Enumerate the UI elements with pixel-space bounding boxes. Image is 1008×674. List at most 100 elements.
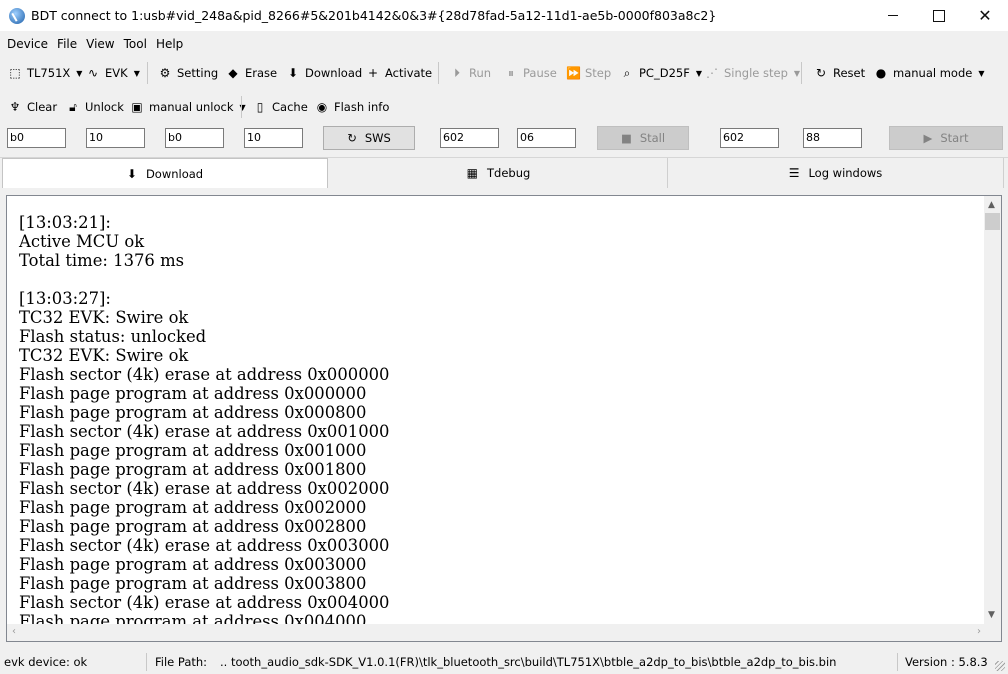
download-button[interactable]: ⬇ Download [286,58,362,88]
log-line: Flash page program at address 0x003800 [19,574,367,593]
log-line: Flash page program at address 0x001000 [19,441,367,460]
menu-device[interactable]: Device [7,37,48,51]
step-button[interactable]: ⏩ Step [566,58,611,88]
address-field-4[interactable]: 602 [720,128,779,148]
address-field-3[interactable]: 602 [440,128,499,148]
tab-log-windows[interactable]: ☰ Log windows [668,158,1004,188]
clear-label: Clear [27,100,58,114]
step-icon: ⏩ [566,66,581,80]
download-label: Download [305,66,363,80]
tab-download-label: Download [145,166,204,181]
log-output[interactable]: [13:03:21]: Active MCU ok Total time: 1376… [6,195,1002,642]
tab-log-label: Log windows [808,166,883,180]
maximize-button[interactable] [916,0,962,31]
horizontal-scrollbar[interactable]: ‹ › [7,624,986,641]
chevron-down-icon: ▼ [133,68,140,78]
run-button[interactable]: ⏵ Run [450,58,491,88]
title-bar[interactable]: BDT connect to 1:usb#vid_248a&pid_8266#5… [0,0,1008,31]
chevron-down-icon: ▼ [793,68,801,78]
reset-button[interactable]: ↻ Reset [814,58,865,88]
register-controls-row: b0 10 b0 10 ↻ SWS 602 06 ■ Stall 602 88 … [0,126,1008,152]
search-icon: ⌕ [623,65,631,80]
download-icon: ⬇ [126,166,137,181]
sws-label: SWS [364,131,391,145]
device-status: evk device: ok [4,655,88,669]
log-line: Active MCU ok [19,232,145,251]
erase-label: Erase [245,66,278,80]
single-step-label: Single step [724,66,788,80]
broom-icon: ♆ [9,100,21,114]
chip-dropdown[interactable]: ⬚ TL751X ▼ [8,58,82,88]
board-dropdown[interactable]: ∿ EVK ▼ [86,58,140,88]
activate-label: Activate [385,66,433,80]
address-field-2[interactable]: b0 [165,128,224,148]
flash-info-button[interactable]: ◉ Flash info [315,92,390,122]
scroll-right-icon[interactable]: › [977,626,981,637]
tab-tdebug[interactable]: ▦ Tdebug [330,158,668,188]
value-field-2[interactable]: 88 [803,128,862,148]
signal-icon: ∿ [87,66,99,80]
pause-label: Pause [523,66,557,80]
setting-label: Setting [177,66,219,80]
menu-view[interactable]: View [86,37,114,51]
single-step-dropdown[interactable]: ⋰ Single step ▼ [705,58,800,88]
menu-file[interactable]: File [57,37,77,51]
vertical-scrollbar[interactable]: ▲ ▼ [984,196,1001,624]
status-bar: evk device: ok File Path: .. tooth_audio… [0,650,1008,674]
start-button[interactable]: ▶ Start [889,126,1003,150]
activate-button[interactable]: + Activate [366,58,432,88]
scroll-left-icon[interactable]: ‹ [12,626,16,637]
sws-button[interactable]: ↻ SWS [323,126,415,150]
log-line: Flash page program at address 0x002000 [19,498,367,517]
unlock-button[interactable]: 🔓︎ Unlock [66,92,124,122]
value-field-1[interactable]: 06 [517,128,576,148]
log-line: TC32 EVK: Swire ok [19,308,189,327]
close-button[interactable]: ✕ [962,0,1008,31]
manual-unlock-icon: ▣ [131,100,143,114]
run-icon: ⏵ [453,65,460,80]
scroll-down-icon[interactable]: ▼ [988,610,995,620]
pc-dropdown[interactable]: ⌕ PC_D25F ▼ [620,58,702,88]
address-field-1[interactable]: b0 [7,128,66,148]
manual-unlock-dropdown[interactable]: ▣ manual unlock ▼ [130,92,245,122]
stop-icon: ■ [620,131,632,145]
mode-icon: ● [875,66,887,80]
scroll-thumb[interactable] [985,213,1000,230]
lock-icon: 🔓︎ [69,99,77,114]
mode-dropdown[interactable]: ● manual mode ▼ [874,58,985,88]
download-icon: ⬇ [287,66,299,80]
file-path-label: File Path: [155,655,208,669]
play-icon: ▶ [923,131,933,145]
length-field-1[interactable]: 10 [86,128,145,148]
scroll-up-icon[interactable]: ▲ [988,200,995,210]
log-line: Flash sector (4k) erase at address 0x002… [19,479,390,498]
log-line: Flash sector (4k) erase at address 0x000… [19,365,390,384]
erase-button[interactable]: ◆ Erase [226,58,277,88]
tab-download[interactable]: ⬇ Download [2,158,328,188]
start-label: Start [940,131,969,145]
resize-grip[interactable] [995,661,1005,671]
setting-button[interactable]: ⚙ Setting [158,58,219,88]
footsteps-icon: ⋰ [706,66,718,80]
barcode-icon: ▦ [466,166,479,180]
length-field-2[interactable]: 10 [244,128,303,148]
clear-button[interactable]: ♆ Clear [8,92,57,122]
menu-tool[interactable]: Tool [124,37,147,51]
toolbar-divider [801,62,802,84]
scroll-corner [984,624,1001,641]
log-line: Flash status: unlocked [19,327,207,346]
unlock-label: Unlock [85,100,124,114]
menu-help[interactable]: Help [156,37,183,51]
log-line: Flash sector (4k) erase at address 0x003… [19,536,390,555]
stall-button[interactable]: ■ Stall [597,126,689,150]
pause-button[interactable]: ⏸ Pause [504,58,557,88]
log-line: Flash page program at address 0x002800 [19,517,367,536]
eye-icon: ◉ [316,100,328,114]
list-icon: ☰ [788,166,800,180]
minimize-button[interactable] [870,0,916,31]
cache-button[interactable]: ▯ Cache [253,92,308,122]
refresh-icon: ↻ [347,131,357,145]
status-divider [146,653,147,671]
log-line: Flash page program at address 0x001800 [19,460,367,479]
file-path-value: .. tooth_audio_sdk-SDK_V1.0.1(FR)\tlk_bl… [220,655,837,669]
